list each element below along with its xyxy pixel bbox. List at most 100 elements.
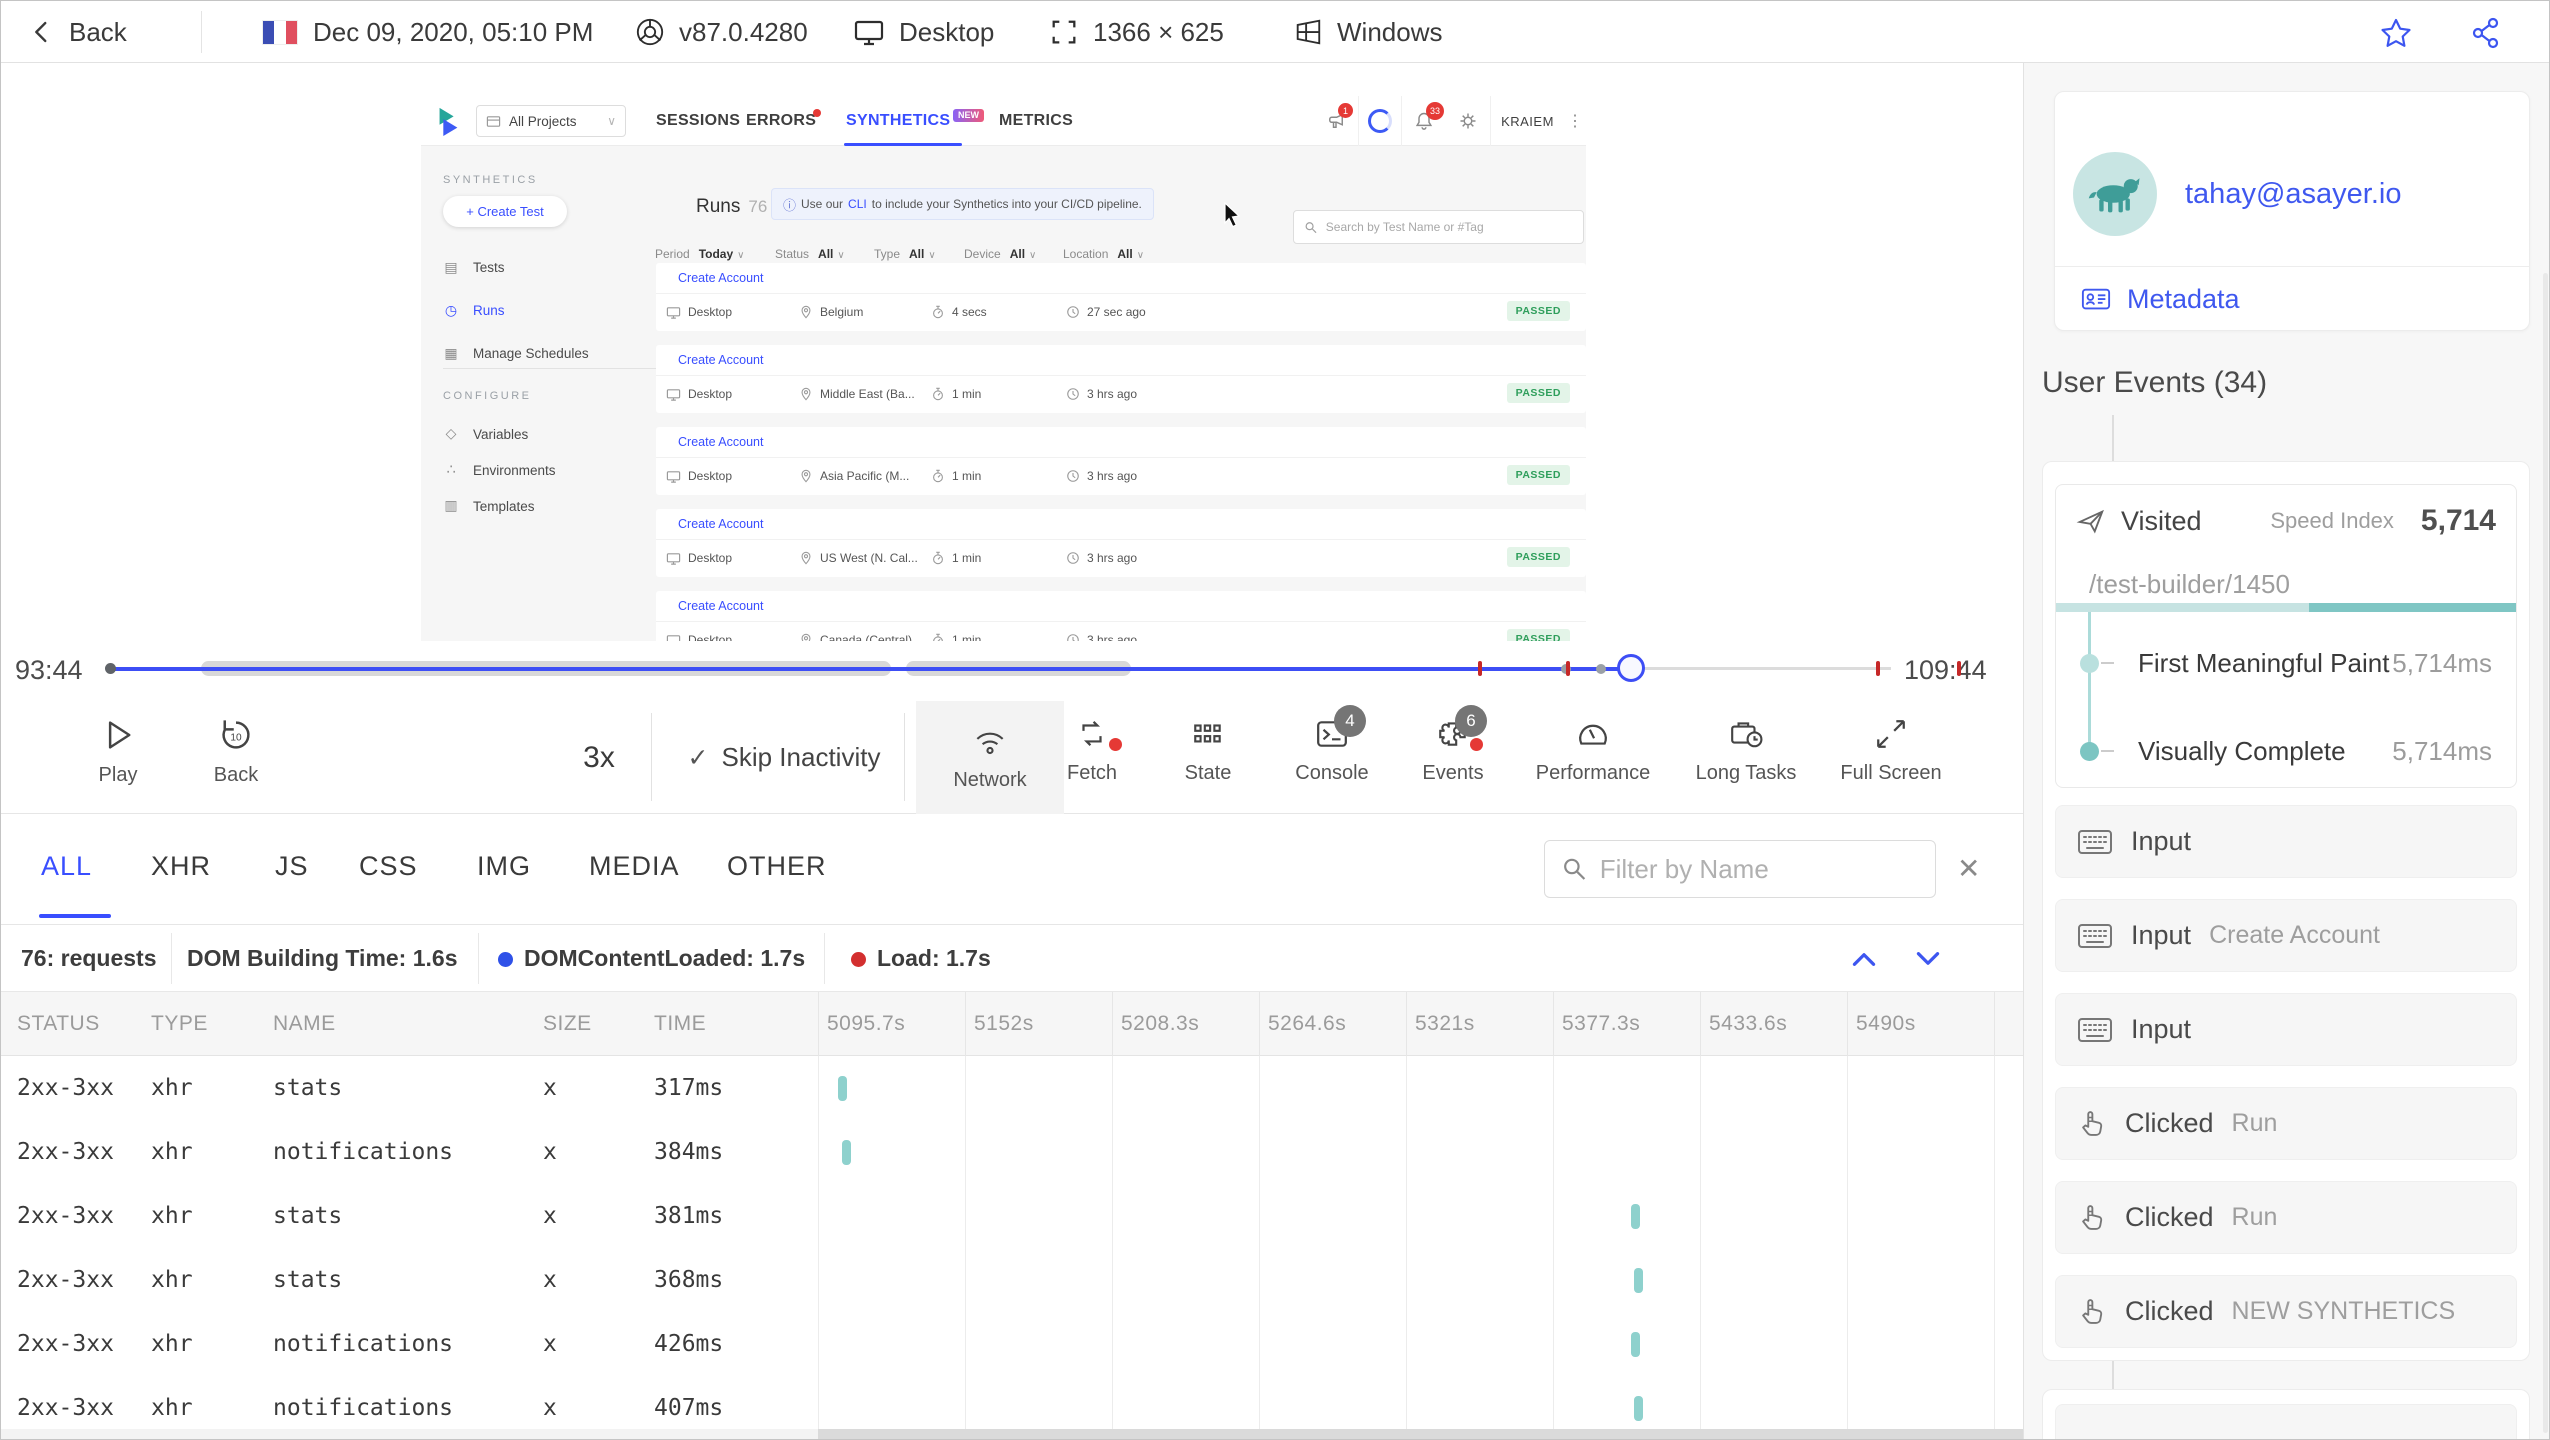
panel-scrollbar[interactable] [2543, 273, 2548, 1433]
request-time: 317ms [654, 1075, 724, 1101]
network-tab[interactable]: OTHER [727, 814, 827, 918]
network-table-header: STATUS TYPE NAME SIZE TIME 5095.7s 5152s 5… [1, 992, 2023, 1056]
dom-building-time: DOM Building Time: 1.6s [187, 945, 458, 971]
speed-button[interactable]: 3x [561, 701, 637, 814]
request-name: notifications [273, 1395, 454, 1421]
play-icon [108, 721, 131, 749]
request-time: 407ms [654, 1395, 724, 1421]
network-request-row[interactable]: 2xx-3xx xhr notifications x 407ms [1, 1376, 2023, 1429]
state-panel-button[interactable]: State [1164, 717, 1252, 785]
run-location: Middle East (Ba... [799, 376, 915, 412]
current-time: 93:44 [15, 655, 83, 685]
back-button[interactable]: Back [29, 1, 127, 63]
run-time-ago: 27 sec ago [1066, 294, 1146, 330]
stopwatch-icon [933, 387, 943, 401]
full-screen-button[interactable]: Full Screen [1823, 717, 1959, 785]
time-tick: 5095.7s [827, 1011, 906, 1035]
long-tasks-panel-button[interactable]: Long Tasks [1679, 717, 1813, 785]
network-filter-box[interactable] [1544, 840, 1936, 898]
request-name: notifications [273, 1139, 454, 1165]
monitor-icon [666, 552, 681, 565]
event-type-label: Clicked [2125, 1296, 2214, 1326]
back-10s-button[interactable]: 10 Back [194, 717, 278, 787]
network-tab[interactable]: CSS [359, 814, 418, 918]
run-device: Desktop [666, 540, 732, 576]
network-tab[interactable]: XHR [151, 814, 211, 918]
network-request-row[interactable]: 2xx-3xx xhr stats x 368ms [1, 1248, 2023, 1312]
user-event-row[interactable]: Clicked Run [2055, 1087, 2517, 1160]
user-event-row[interactable]: Input [2055, 805, 2517, 878]
network-tab[interactable]: ALL [41, 814, 92, 918]
sidebar-item-label: Manage Schedules [473, 346, 589, 361]
jump-down-button[interactable] [1911, 942, 1945, 976]
network-filter-input[interactable] [1599, 853, 1919, 885]
console-panel-button[interactable]: 4 Console [1284, 705, 1380, 785]
scrollbar-thumb[interactable] [818, 1429, 2023, 1439]
cli-info-banner: ⓘ Use our CLI to include your Synthetics… [771, 188, 1154, 220]
requests-count: 76: requests [21, 945, 157, 971]
request-status: 2xx-3xx [17, 1331, 114, 1357]
pointer-hand-icon [2082, 1110, 2103, 1136]
play-button[interactable]: Play [76, 717, 160, 787]
skip-inactivity-toggle[interactable]: ✓ Skip Inactivity [669, 701, 899, 814]
share-button[interactable] [2469, 16, 2503, 50]
network-request-row[interactable]: 2xx-3xx xhr notifications x 426ms [1, 1312, 2023, 1376]
tab-synthetics: SYNTHETICS [846, 112, 951, 129]
network-tab[interactable]: IMG [477, 814, 531, 918]
monitor-icon [666, 306, 681, 319]
console-count-badge: 4 [1334, 705, 1366, 737]
notifications-button: 33 [1402, 96, 1446, 146]
stopwatch-icon [933, 305, 943, 319]
request-waterfall [818, 1376, 2023, 1429]
chevron-down-icon: ∨ [837, 250, 845, 261]
chevron-down-icon: ∨ [607, 114, 616, 128]
avatar [2073, 152, 2157, 236]
replay-stage[interactable]: All Projects ∨ SESSIONS ERRORS SYNTHETIC… [1, 63, 2023, 641]
user-email: tahay@asayer.io [2185, 178, 2402, 210]
favorite-star-button[interactable] [2379, 16, 2413, 50]
sidebar-item-icon [443, 426, 459, 442]
close-panel-button[interactable]: ✕ [1957, 840, 1980, 898]
run-name-link: Create Account [656, 345, 1586, 376]
kebab-icon: ⋮ [1567, 113, 1583, 130]
events-panel-button[interactable]: 6 Events [1409, 705, 1497, 785]
jump-up-button[interactable] [1847, 942, 1881, 976]
timing-mark [1631, 1204, 1640, 1229]
metadata-button[interactable]: Metadata [2079, 267, 2240, 331]
next-events-group-card [2042, 1389, 2530, 1439]
window-icon [486, 115, 501, 127]
horizontal-scrollbar [1, 1429, 2023, 1439]
request-waterfall [818, 1312, 2023, 1376]
user-event-row[interactable]: Input Create Account [2055, 899, 2517, 972]
performance-panel-button[interactable]: Performance [1523, 717, 1663, 785]
resolution-icon [1052, 20, 1076, 44]
playhead[interactable] [1617, 654, 1645, 682]
back-chevron-icon [35, 21, 47, 43]
user-event-row[interactable]: Clicked Run [2055, 1181, 2517, 1254]
run-time-ago: 3 hrs ago [1066, 376, 1137, 412]
user-event-row[interactable] [2055, 1404, 2517, 1439]
run-location: US West (N. Cal... [799, 540, 918, 576]
runs-page-title: Runs 76 [696, 196, 768, 217]
fetch-panel-button[interactable]: Fetch [1048, 717, 1136, 785]
settings-button [1446, 96, 1490, 146]
request-type: xhr [151, 1203, 193, 1229]
sidebar-item-icon [443, 462, 459, 478]
location-pin-icon [801, 305, 811, 319]
session-replay-window: Back Dec 09, 2020, 05:10 PM v87.0.4280 D… [0, 0, 2550, 1440]
network-request-row[interactable]: 2xx-3xx xhr stats x 317ms [1, 1056, 2023, 1120]
player-timeline: 93:44 109:44 [1, 641, 2023, 701]
request-waterfall [818, 1184, 2023, 1248]
network-request-row[interactable]: 2xx-3xx xhr notifications x 384ms [1, 1120, 2023, 1184]
user-event-row[interactable]: Clicked NEW SYNTHETICS [2055, 1275, 2517, 1348]
network-tab[interactable]: MEDIA [589, 814, 680, 918]
network-tab[interactable]: JS [275, 814, 309, 918]
tab-sessions: SESSIONS [656, 112, 741, 129]
user-event-row[interactable]: Input [2055, 993, 2517, 1066]
network-panel-button[interactable]: Network [916, 701, 1064, 814]
network-wifi-icon [976, 732, 1004, 754]
network-request-row[interactable]: 2xx-3xx xhr stats x 381ms [1, 1184, 2023, 1248]
request-waterfall [818, 1248, 2023, 1312]
sidebar-item-icon [443, 303, 459, 319]
session-date: Dec 09, 2020, 05:10 PM [313, 16, 594, 47]
